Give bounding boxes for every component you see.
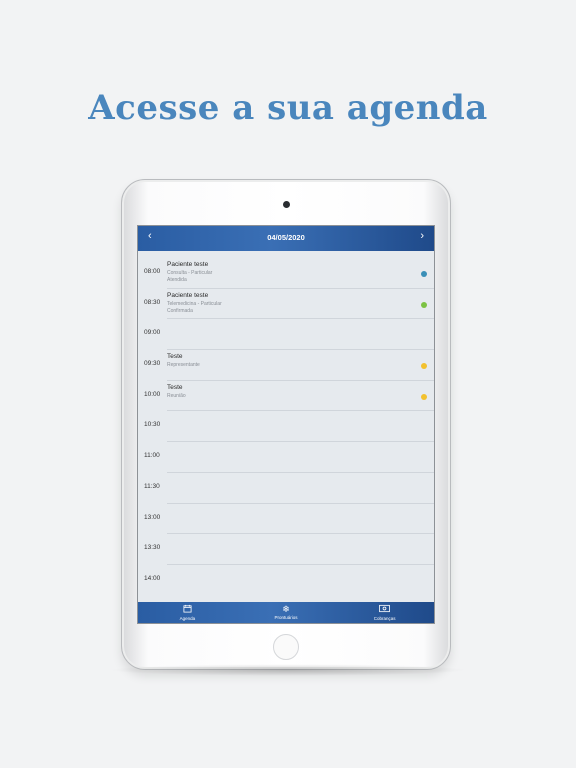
calendar-icon	[138, 604, 237, 615]
slot-time: 11:30	[144, 482, 160, 490]
appointment-type: Representante	[167, 362, 200, 369]
slot-time: 09:30	[144, 360, 161, 368]
status-dot	[421, 363, 427, 370]
tab-cobrancas[interactable]: Cobranças	[335, 602, 434, 623]
top-bar: ‹ 04/05/2020 ›	[138, 226, 434, 251]
current-date: 04/05/2020	[267, 233, 305, 242]
chevron-right-icon[interactable]: ›	[420, 231, 424, 242]
appointment-type: Reunião	[167, 392, 186, 399]
appointment-details: Consulta - Particular Atendida	[167, 270, 212, 284]
appointment-title: Paciente teste	[167, 291, 209, 299]
schedule-slot[interactable]: 11:00	[138, 442, 434, 473]
tab-bar: Agenda ❄ Prontuários Cobranças	[138, 602, 434, 623]
slot-time: 11:00	[144, 452, 160, 460]
slot-time: 08:00	[144, 268, 161, 275]
schedule-slot[interactable]: 14:00	[138, 565, 434, 596]
slot-time: 08:30	[144, 298, 161, 306]
home-button[interactable]	[273, 634, 299, 660]
app-screen: ‹ 04/05/2020 › 08:00 Paciente teste Cons…	[137, 225, 435, 624]
appointment-details: Telemedicina - Particular Confirmada	[167, 301, 222, 315]
schedule-slot[interactable]: 10:30	[138, 411, 434, 443]
status-dot	[421, 301, 427, 308]
slot-time: 10:00	[144, 390, 161, 398]
schedule-slot[interactable]: 09:00	[138, 319, 434, 351]
schedule-slot[interactable]: 11:30	[138, 473, 434, 504]
money-icon	[335, 604, 434, 615]
status-dot	[421, 271, 427, 277]
appointment-title: Teste	[167, 353, 183, 361]
slot-time: 13:00	[144, 513, 161, 521]
appointment-status: Atendida	[167, 277, 187, 283]
appointment-title: Teste	[167, 383, 183, 391]
slot-time: 10:30	[144, 421, 161, 429]
schedule-slot[interactable]: 13:30	[138, 534, 434, 565]
headline: Acesse a sua agenda	[88, 88, 488, 128]
appointment-type: Consulta - Particular	[167, 270, 213, 276]
tablet-shadow	[108, 664, 468, 676]
schedule-slot[interactable]: 10:00 Teste Reunião	[138, 381, 434, 412]
tab-prontuarios[interactable]: ❄ Prontuários	[237, 602, 336, 623]
appointment-type: Telemedicina - Particular	[167, 300, 222, 307]
appointment-status: Confirmada	[167, 307, 193, 314]
appointment-title: Paciente teste	[167, 261, 209, 268]
slot-time: 09:00	[144, 329, 161, 337]
slot-time: 13:30	[144, 544, 161, 552]
slot-time: 14:00	[144, 574, 161, 582]
schedule-list: 08:00 Paciente teste Consulta - Particul…	[138, 258, 434, 596]
schedule-slot[interactable]: 08:30 Paciente teste Telemedicina - Part…	[138, 289, 434, 320]
tab-label: Prontuários	[274, 615, 298, 620]
snowflake-icon: ❄	[282, 604, 290, 614]
camera-icon	[283, 201, 290, 208]
tab-label: Agenda	[179, 616, 196, 621]
schedule-slot[interactable]: 09:30 Teste Representante	[138, 350, 434, 381]
schedule-slot[interactable]: 13:00	[138, 504, 434, 535]
schedule-slot[interactable]: 08:00 Paciente teste Consulta - Particul…	[138, 258, 434, 289]
status-dot	[421, 393, 427, 400]
tab-label: Cobranças	[373, 616, 396, 621]
tab-agenda[interactable]: Agenda	[138, 602, 237, 623]
